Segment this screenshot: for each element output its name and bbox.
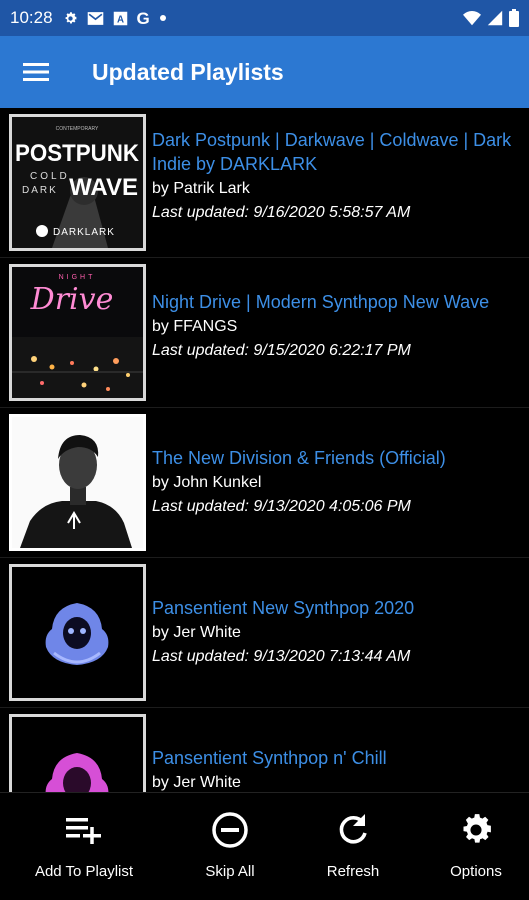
playlist-author: by Jer White (152, 624, 241, 641)
playlist-title[interactable]: The New Division & Friends (Official) (152, 446, 521, 470)
refresh-icon (339, 814, 367, 844)
gear-icon (63, 11, 78, 26)
status-icons-left: A G (63, 10, 167, 27)
skip-all-button[interactable]: Skip All (190, 793, 270, 900)
cover-night-text: NIGHT (59, 274, 96, 281)
page-title: Updated Playlists (92, 58, 284, 85)
playlist-last-updated: Last updated: 9/13/2020 4:05:06 PM (152, 498, 411, 515)
gear-icon (463, 814, 491, 843)
playlist-last-updated: Last updated: 9/16/2020 5:58:57 AM (152, 204, 411, 221)
dot-icon (159, 14, 167, 22)
battery-icon (509, 9, 519, 27)
playlist-author: by Jer White (152, 774, 241, 791)
refresh-label: Refresh (326, 863, 380, 880)
status-time: 10:28 (10, 8, 53, 27)
playlist-title[interactable]: Night Drive | Modern Synthpop New Wave (152, 290, 521, 314)
playlist-title[interactable]: Pansentient Synthpop n' Chill (152, 746, 521, 770)
playlist-cover-image: CONTEMPORARY POSTPUNK COLD DARK WAVE DAR… (9, 114, 146, 251)
minus-circle-icon (212, 812, 248, 848)
options-button[interactable]: Options (436, 793, 516, 900)
playlist-info: Pansentient New Synthpop 2020 by Jer Whi… (152, 596, 521, 669)
playlist-info: Pansentient Synthpop n' Chill by Jer Whi… (152, 746, 521, 792)
a-icon: A (113, 11, 128, 26)
status-bar: 10:28 A G (0, 0, 529, 36)
playlist-info: Night Drive | Modern Synthpop New Wave b… (152, 290, 521, 363)
playlist-info: The New Division & Friends (Official) by… (152, 446, 521, 519)
bottom-action-bar: Add To Playlist Skip All Refresh Options (0, 792, 529, 900)
wifi-icon (463, 10, 481, 26)
playlist-author: by FFANGS (152, 318, 238, 335)
playlist-author: by Patrik Lark (152, 180, 250, 197)
playlist-last-updated: Last updated: 9/15/2020 6:22:17 PM (152, 342, 411, 359)
cover-small-text: CONTEMPORARY (56, 126, 99, 132)
playlist-cover-image: NIGHT Drive (9, 264, 146, 401)
cover-wave-text: WAVE (69, 174, 138, 201)
app-bar: Updated Playlists (0, 36, 529, 108)
status-icons-right (463, 9, 519, 27)
mail-icon (87, 11, 104, 26)
playlist-item[interactable]: CONTEMPORARY POSTPUNK COLD DARK WAVE DAR… (0, 108, 529, 258)
hamburger-menu-button[interactable] (0, 36, 72, 108)
add-to-playlist-button[interactable]: Add To Playlist (22, 793, 146, 900)
hamburger-menu-icon (23, 63, 49, 81)
playlist-item[interactable]: Pansentient Synthpop n' Chill by Jer Whi… (0, 708, 529, 792)
playlist-item[interactable]: NIGHT Drive Night Drive | Modern Synthpo… (0, 258, 529, 408)
cover-drive-text: Drive (30, 282, 114, 317)
playlist-title[interactable]: Pansentient New Synthpop 2020 (152, 596, 521, 620)
playlist-add-icon (66, 818, 101, 844)
options-label: Options (450, 863, 502, 880)
cover-brand-text: DARKLARK (53, 227, 115, 238)
playlist-list[interactable]: CONTEMPORARY POSTPUNK COLD DARK WAVE DAR… (0, 108, 529, 792)
playlist-cover-image (9, 564, 146, 701)
playlist-last-updated: Last updated: 9/13/2020 7:13:44 AM (152, 648, 411, 665)
playlist-author: by John Kunkel (152, 474, 262, 491)
cover-postpunk-text: POSTPUNK (15, 140, 140, 167)
google-icon: G (136, 8, 150, 28)
add-to-playlist-label: Add To Playlist (34, 863, 134, 880)
cover-dark-text: DARK (22, 185, 58, 196)
playlist-item[interactable]: Pansentient New Synthpop 2020 by Jer Whi… (0, 558, 529, 708)
skip-all-label: Skip All (205, 863, 255, 880)
svg-text:A: A (117, 14, 124, 25)
playlist-cover-image (9, 414, 146, 551)
playlist-cover-image (9, 714, 146, 792)
refresh-button[interactable]: Refresh (313, 793, 393, 900)
cover-cold-text: COLD (30, 171, 70, 182)
playlist-info: Dark Postpunk | Darkwave | Coldwave | Da… (152, 128, 521, 225)
playlist-item[interactable]: The New Division & Friends (Official) by… (0, 408, 529, 558)
signal-icon (487, 10, 503, 26)
playlist-title[interactable]: Dark Postpunk | Darkwave | Coldwave | Da… (152, 128, 521, 176)
